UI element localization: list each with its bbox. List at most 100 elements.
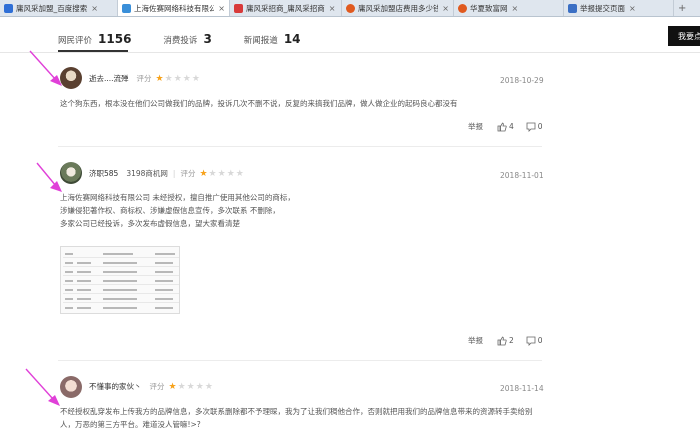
review-source[interactable]: 3198商机网 — [126, 168, 168, 179]
star-empty-icon: ★ — [182, 73, 191, 84]
thumbs-up-icon[interactable] — [497, 122, 507, 132]
review-date: 2018-11-14 — [500, 384, 544, 393]
comment-count: 0 — [537, 336, 543, 345]
browser-tab-strip: 庸风采加盟_百度搜索 × 上海佐赛网络科技有限公 × 庸风采招商_庸风采招商 ×… — [0, 0, 700, 17]
annotation-arrow-icon — [29, 50, 62, 86]
avatar[interactable] — [60, 376, 82, 398]
review-text-line: 不经授权乱穿发布上传我方的品牌信息，多次联系删除都不予理睬，我为了让我们稠他合作… — [60, 407, 533, 416]
review-date: 2018-11-01 — [500, 171, 544, 180]
close-icon[interactable]: × — [442, 4, 449, 13]
browser-tab-3-label: 庸风采招商_庸风采招商 — [246, 3, 325, 13]
browser-tab-2-label: 上海佐赛网络科技有限公 — [134, 3, 215, 13]
browser-tab-5-label: 华夏致富网 — [470, 3, 508, 13]
review-username[interactable]: 不懂事的家伙丶 — [89, 381, 142, 392]
review-actions: 举报 4 0 — [468, 121, 543, 132]
close-icon[interactable]: × — [629, 4, 636, 13]
annotation-arrow-icon — [36, 162, 62, 192]
star-empty-icon: ★ — [208, 168, 217, 179]
browser-tab-4[interactable]: 庸风采加盟店费用多少钱 × — [342, 0, 454, 16]
report-link[interactable]: 举报 — [468, 121, 483, 132]
baidu-favicon-icon — [4, 3, 13, 13]
tab-label: 网民评价 — [58, 36, 93, 46]
star-empty-icon: ★ — [204, 381, 213, 392]
review-3-meta: 不懂事的家伙丶 评分 ★ ★ ★ ★ ★ — [89, 381, 214, 392]
browser-tab-6[interactable]: 举报提交页面 × — [564, 0, 674, 16]
review-nav-tabs: 网民评价 1156 消费投诉 3 新闻报道 14 — [58, 26, 333, 52]
review-username[interactable]: 逝去....流殚 — [89, 73, 129, 84]
nav-divider — [0, 52, 700, 53]
rating-stars: ★ ★ ★ ★ ★ — [169, 382, 214, 392]
close-icon[interactable]: × — [91, 4, 98, 13]
browser-tab-1-label: 庸风采加盟_百度搜索 — [16, 3, 88, 13]
new-tab-button[interactable]: + — [674, 0, 690, 16]
review-attachment-image[interactable] — [60, 246, 180, 314]
rating-stars: ★ ★ ★ ★ ★ — [156, 74, 201, 84]
comment-count: 0 — [537, 122, 543, 131]
tab-label: 消费投诉 — [163, 36, 198, 46]
report-link[interactable]: 举报 — [468, 335, 483, 346]
review-date: 2018-10-29 — [500, 76, 544, 85]
star-empty-icon: ★ — [164, 73, 173, 84]
star-empty-icon: ★ — [235, 168, 244, 179]
browser-tab-5[interactable]: 华夏致富网 × — [454, 0, 564, 16]
comment-icon[interactable] — [526, 122, 536, 132]
report-favicon-icon — [568, 3, 577, 13]
close-icon[interactable]: × — [512, 4, 519, 13]
write-review-label: 我要点 — [678, 31, 700, 41]
meta-separator: | — [172, 169, 176, 178]
thumbs-up-icon[interactable] — [497, 336, 507, 346]
star-empty-icon: ★ — [173, 73, 182, 84]
star-empty-icon: ★ — [195, 381, 204, 392]
review-text-line: 上海佐赛网络科技有限公司 未经授权，擅自推广使用其他公司的商标， — [60, 193, 295, 202]
browser-tab-4-label: 庸风采加盟店费用多少钱 — [358, 3, 439, 13]
like-count: 2 — [509, 336, 514, 345]
close-icon[interactable]: × — [329, 4, 336, 13]
tab-count: 14 — [283, 32, 301, 46]
avatar[interactable] — [60, 67, 82, 89]
star-empty-icon: ★ — [217, 168, 226, 179]
review-text-line: 人，万恶的第三方平台。难道没人管嘛!>? — [60, 420, 201, 429]
star-empty-icon: ★ — [177, 381, 186, 392]
write-review-button[interactable]: 我要点 — [668, 26, 700, 46]
tab-news-reports[interactable]: 新闻报道 14 — [244, 32, 301, 46]
review-divider — [58, 360, 542, 361]
review-text-line: 这个狗东西，根本没在他们公司做我们的品牌，投诉几次不删不说，反复的来搞我们品牌，… — [60, 99, 458, 108]
star-empty-icon: ★ — [186, 381, 195, 392]
tab-count: 1156 — [98, 32, 132, 46]
tab-consumer-complaints[interactable]: 消费投诉 3 — [163, 32, 211, 46]
rating-label: 评分 — [180, 169, 196, 178]
review-divider — [58, 146, 542, 147]
rating-stars: ★ ★ ★ ★ ★ — [199, 169, 244, 179]
review-username[interactable]: 济职585 — [89, 168, 118, 179]
browser-tab-3[interactable]: 庸风采招商_庸风采招商 × — [230, 0, 342, 16]
close-icon[interactable]: × — [218, 4, 225, 13]
tab-netizen-reviews[interactable]: 网民评价 1156 — [58, 32, 131, 46]
browser-tab-2[interactable]: 上海佐赛网络科技有限公 × — [118, 0, 230, 16]
review-text-line: 涉嫌侵犯著作权、商标权、涉嫌虚假信息宣传，多次联系 不删除， — [60, 206, 280, 215]
review-body: 这个狗东西，根本没在他们公司做我们的品牌，投诉几次不删不说，反复的来搞我们品牌，… — [60, 97, 540, 110]
review-body: 上海佐赛网络科技有限公司 未经授权，擅自推广使用其他公司的商标， 涉嫌侵犯著作权… — [60, 191, 540, 230]
paw-favicon-icon — [122, 3, 131, 13]
star-filled-icon: ★ — [199, 168, 208, 179]
rating-label: 评分 — [136, 74, 152, 83]
star-empty-icon: ★ — [226, 168, 235, 179]
star-filled-icon: ★ — [168, 381, 177, 392]
site-favicon-icon — [346, 3, 355, 13]
site-favicon-icon — [458, 3, 467, 13]
review-2-meta: 济职585 3198商机网 | 评分 ★ ★ ★ ★ ★ — [89, 168, 245, 179]
review-actions: 举报 2 0 — [468, 335, 543, 346]
rating-label: 评分 — [149, 382, 165, 391]
comment-icon[interactable] — [526, 336, 536, 346]
star-filled-icon: ★ — [155, 73, 164, 84]
annotation-arrow-icon — [25, 368, 60, 406]
star-empty-icon: ★ — [191, 73, 200, 84]
plus-icon: + — [678, 2, 687, 14]
avatar[interactable] — [60, 162, 82, 184]
review-text-line: 多家公司已经投诉，多次发布虚假信息，望大家看清楚 — [60, 219, 240, 228]
browser-tab-1[interactable]: 庸风采加盟_百度搜索 × — [0, 0, 118, 16]
tab-count: 3 — [203, 32, 212, 46]
site-favicon-icon — [234, 3, 243, 13]
review-1-meta: 逝去....流殚 评分 ★ ★ ★ ★ ★ — [89, 73, 201, 84]
review-body: 不经授权乱穿发布上传我方的品牌信息，多次联系删除都不予理睬，我为了让我们稠他合作… — [60, 405, 546, 431]
browser-tab-6-label: 举报提交页面 — [580, 3, 625, 13]
